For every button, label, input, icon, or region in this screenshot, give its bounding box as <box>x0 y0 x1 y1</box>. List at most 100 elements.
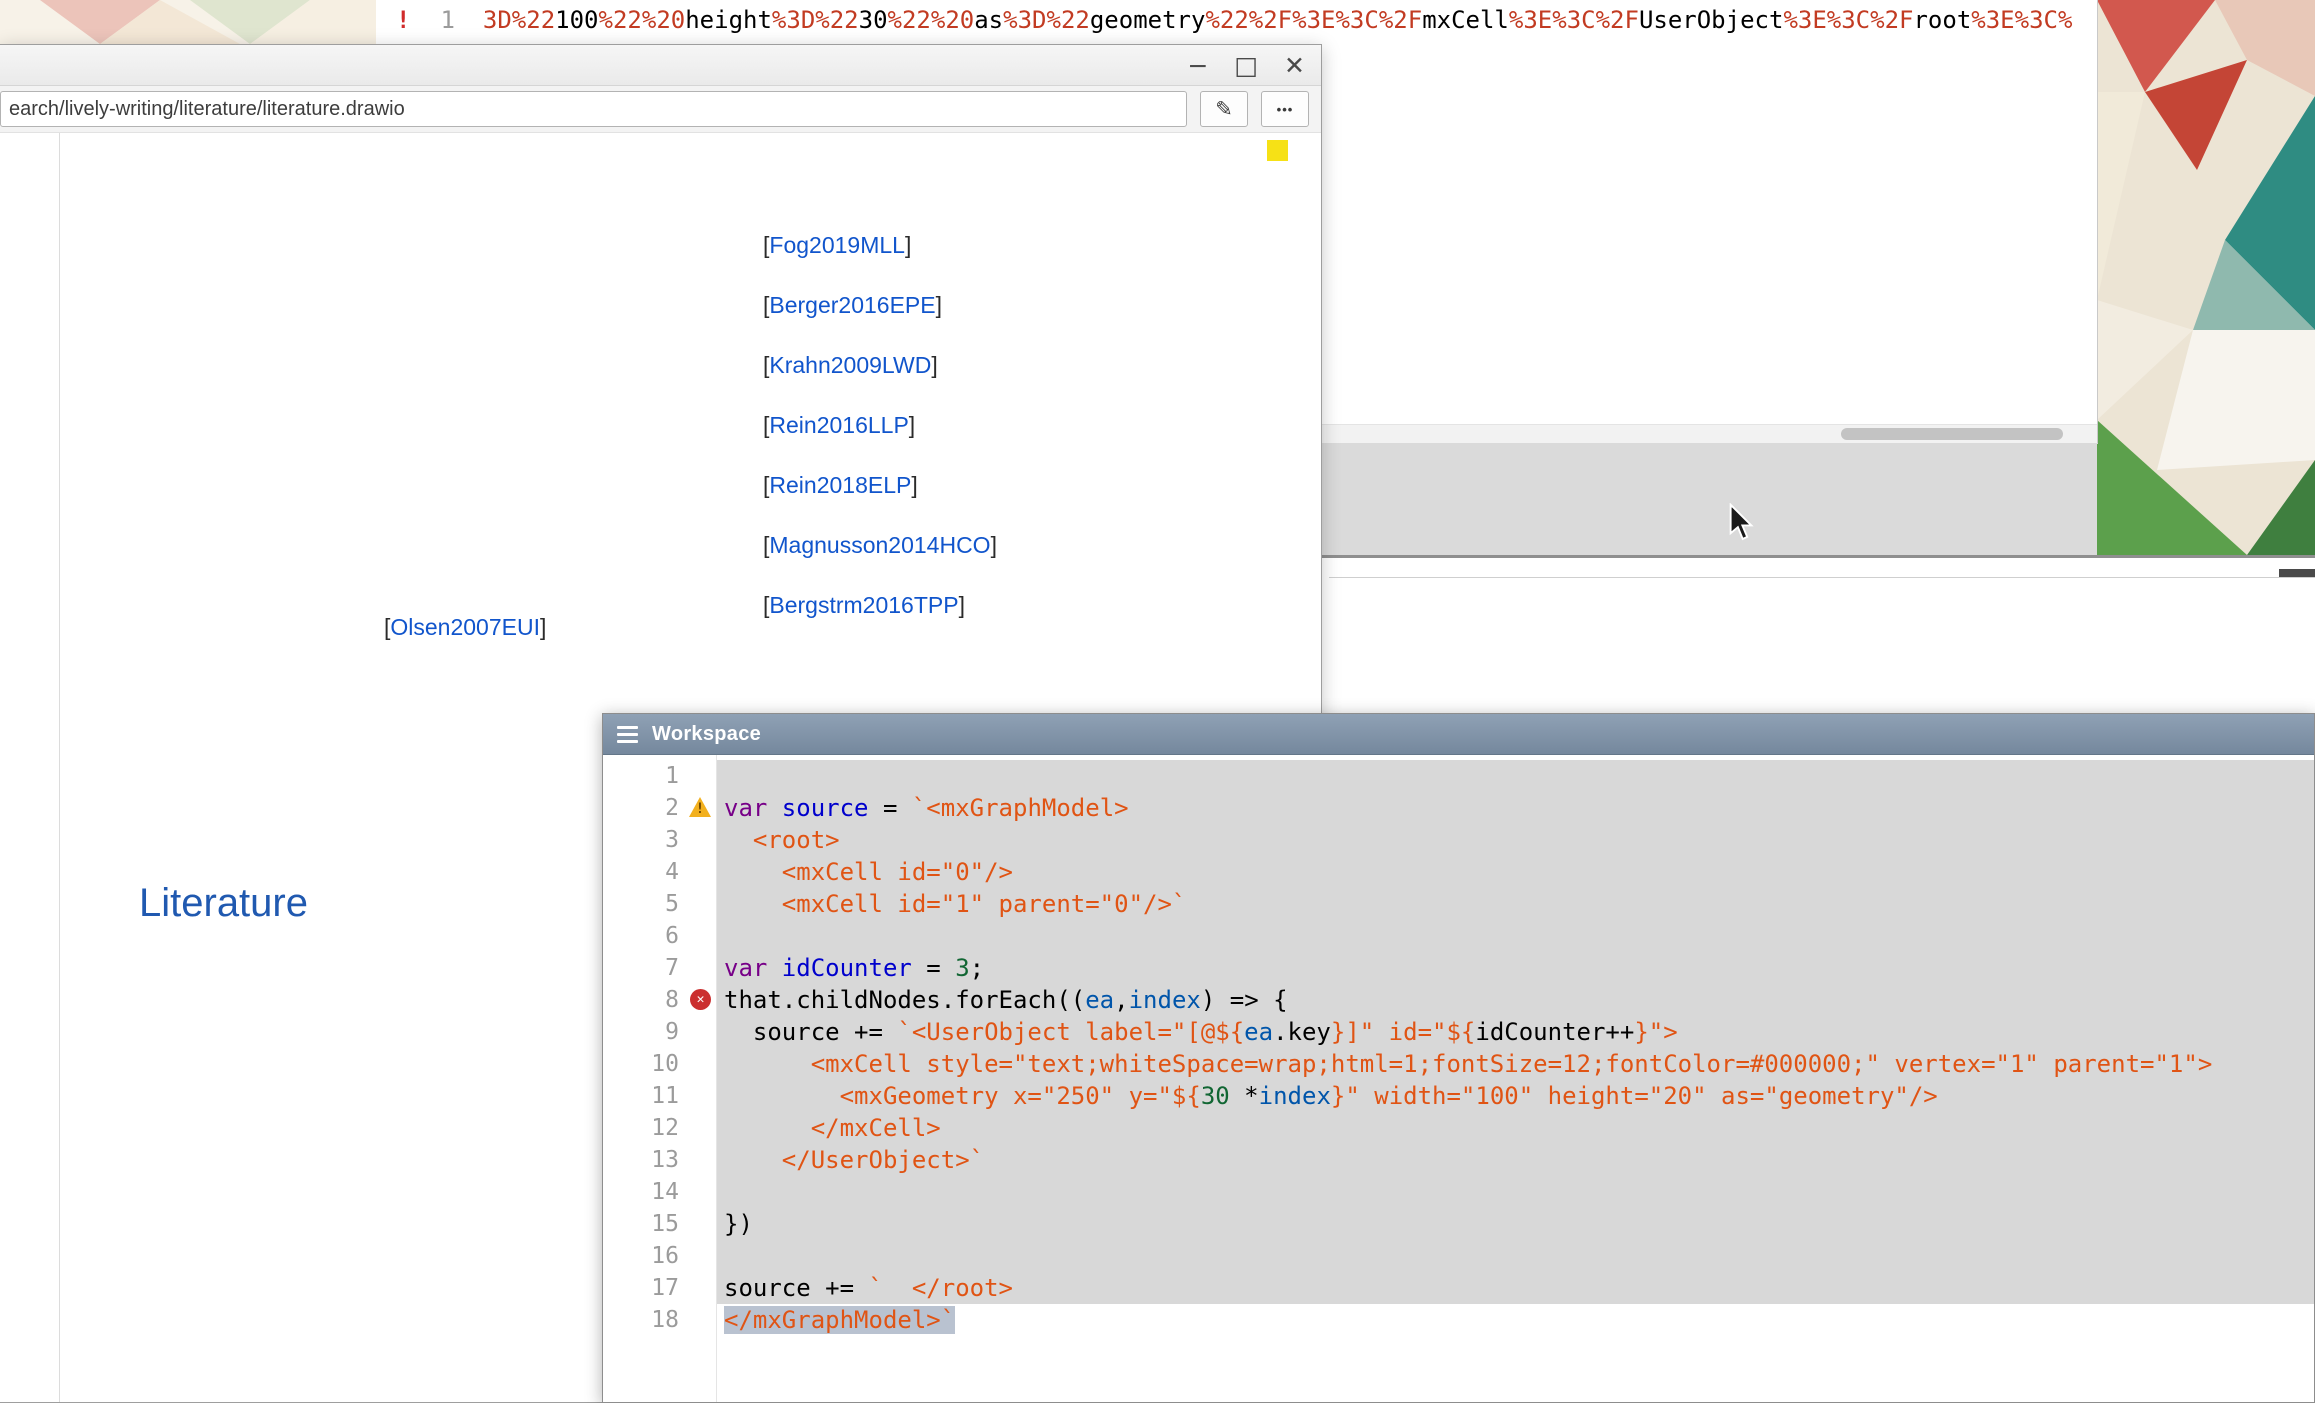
workspace-window: Workspace 12!345678✕9101112131415161718 … <box>602 713 2315 1403</box>
code-line[interactable]: <mxGeometry x="250" y="${30 *index}" wid… <box>717 1080 2314 1112</box>
code-token: mxCell <box>1422 6 1509 34</box>
code-token: var <box>724 794 782 822</box>
line-number: 15 <box>651 1211 679 1237</box>
code-line[interactable]: </mxGraphModel>` <box>717 1304 2314 1336</box>
citation-link[interactable]: [Berger2016EPE] <box>763 291 942 319</box>
code-token: ea <box>1244 1018 1273 1046</box>
citation-link[interactable]: [Magnusson2014HCO] <box>763 531 997 559</box>
code-token: <mxCell id="0"/> <box>724 858 1013 886</box>
code-token: </mxGraphModel>` <box>724 1306 955 1334</box>
code-token: , <box>1114 986 1128 1014</box>
code-token: %22%20 <box>888 6 975 34</box>
citation-bracket: ] <box>905 232 911 258</box>
address-input[interactable] <box>0 91 1187 127</box>
code-token: %3E%3C%2F <box>1783 6 1913 34</box>
close-button[interactable]: ✕ <box>1284 53 1305 78</box>
code-line[interactable]: that.childNodes.forEach((ea,index) => { <box>717 984 2314 1016</box>
citation-link[interactable]: [Krahn2009LWD] <box>763 351 938 379</box>
code-line[interactable]: <mxCell style="text;whiteSpace=wrap;html… <box>717 1048 2314 1080</box>
code-token: }"> <box>1634 1018 1677 1046</box>
resize-handle[interactable] <box>2279 569 2315 577</box>
lint-error-icon[interactable]: ! <box>396 6 410 34</box>
citation-key: Magnusson2014HCO <box>769 532 990 558</box>
code-token: }]" id="${ <box>1331 1018 1476 1046</box>
citation-key: Rein2016LLP <box>769 412 908 438</box>
diagram-heading[interactable]: Literature <box>139 881 308 925</box>
desktop-background-corner <box>0 0 376 44</box>
annotation-marker[interactable] <box>1267 140 1288 161</box>
citation-bracket: ] <box>991 532 997 558</box>
code-line[interactable] <box>717 1240 2314 1272</box>
gutter-row: 7 <box>603 952 716 984</box>
line-number: 9 <box>665 1019 679 1045</box>
error-marker-icon[interactable]: ✕ <box>690 989 711 1010</box>
code-token: 30 <box>1201 1082 1230 1110</box>
code-line[interactable]: </mxCell> <box>717 1112 2314 1144</box>
minimize-button[interactable]: − <box>1187 53 1208 78</box>
code-line[interactable]: </UserObject>` <box>717 1144 2314 1176</box>
citation-link[interactable]: [Fog2019MLL] <box>763 231 911 259</box>
code-token: </UserObject>` <box>724 1146 984 1174</box>
code-token: %22%20 <box>599 6 686 34</box>
maximize-button[interactable]: □ <box>1234 53 1258 78</box>
warning-marker-icon[interactable]: ! <box>689 797 711 817</box>
workspace-editor[interactable]: 12!345678✕9101112131415161718 var source… <box>603 755 2314 1402</box>
code-line[interactable]: var source = `<mxGraphModel> <box>717 792 2314 824</box>
citation-key: Bergstrm2016TPP <box>769 592 958 618</box>
code-line[interactable]: source += `<UserObject label="[@${ea.key… <box>717 1016 2314 1048</box>
code-line[interactable] <box>717 760 2314 792</box>
gutter-row: 18 <box>603 1304 716 1336</box>
line-number: 3 <box>665 827 679 853</box>
citation-link[interactable]: [Olsen2007EUI] <box>384 613 546 641</box>
window-titlebar[interactable]: − □ ✕ <box>0 45 1321 86</box>
code-token: idCounter++ <box>1475 1018 1634 1046</box>
scrollbar-thumb[interactable] <box>1841 428 2063 440</box>
citation-bracket: ] <box>936 292 942 318</box>
code-token: %3E%3C% <box>1971 6 2072 34</box>
citation-link[interactable]: [Rein2018ELP] <box>763 471 918 499</box>
code-token: %22%2F%3E%3C%2F <box>1205 6 1422 34</box>
citation-link[interactable]: [Rein2016LLP] <box>763 411 915 439</box>
gutter-row: 11 <box>603 1080 716 1112</box>
more-options-button[interactable]: ••• <box>1261 91 1309 127</box>
code-line[interactable]: source += ` </root> <box>717 1272 2314 1304</box>
code-line[interactable]: var idCounter = 3; <box>717 952 2314 984</box>
hamburger-menu-icon[interactable] <box>617 726 638 743</box>
workspace-titlebar[interactable]: Workspace <box>603 714 2314 755</box>
code-token: `<UserObject label="[@${ <box>897 1018 1244 1046</box>
ellipsis-icon: ••• <box>1277 102 1294 117</box>
workspace-code[interactable]: var source = `<mxGraphModel> <root> <mxC… <box>717 755 2314 1402</box>
code-token: 3D%22 <box>483 6 555 34</box>
code-token: var <box>724 954 782 982</box>
code-token: .key <box>1273 1018 1331 1046</box>
line-number: 8 <box>665 987 679 1013</box>
line-number: 10 <box>651 1051 679 1077</box>
top-code-text: 3D%22100%22%20height%3D%2230%22%20as%3D%… <box>483 6 2073 34</box>
citation-link[interactable]: [Bergstrm2016TPP] <box>763 591 965 619</box>
code-line[interactable]: <mxCell id="0"/> <box>717 856 2314 888</box>
gutter-row: 16 <box>603 1240 716 1272</box>
gutter-row: 4 <box>603 856 716 888</box>
line-number: 5 <box>665 891 679 917</box>
citation-bracket: ] <box>931 352 937 378</box>
code-token: ` </root> <box>869 1274 1014 1302</box>
edit-button[interactable]: ✎ <box>1200 91 1248 127</box>
line-number: 13 <box>651 1147 679 1173</box>
code-token: ; <box>970 954 984 982</box>
code-token: * <box>1230 1082 1259 1110</box>
code-line[interactable] <box>717 920 2314 952</box>
line-number: 11 <box>651 1083 679 1109</box>
code-line[interactable]: }) <box>717 1208 2314 1240</box>
top-code-line[interactable]: ! 1 3D%22100%22%20height%3D%2230%22%20as… <box>376 3 2072 37</box>
code-token: idCounter <box>782 954 912 982</box>
line-number: 12 <box>651 1115 679 1141</box>
code-token: 30 <box>859 6 888 34</box>
gutter-row: 6 <box>603 920 716 952</box>
gutter-row: 13 <box>603 1144 716 1176</box>
line-number: 6 <box>665 923 679 949</box>
code-line[interactable]: <root> <box>717 824 2314 856</box>
code-line[interactable]: <mxCell id="1" parent="0"/>` <box>717 888 2314 920</box>
code-token: <mxCell id="1" parent="0"/>` <box>724 890 1186 918</box>
code-line[interactable] <box>717 1176 2314 1208</box>
mouse-cursor <box>1728 503 1754 546</box>
